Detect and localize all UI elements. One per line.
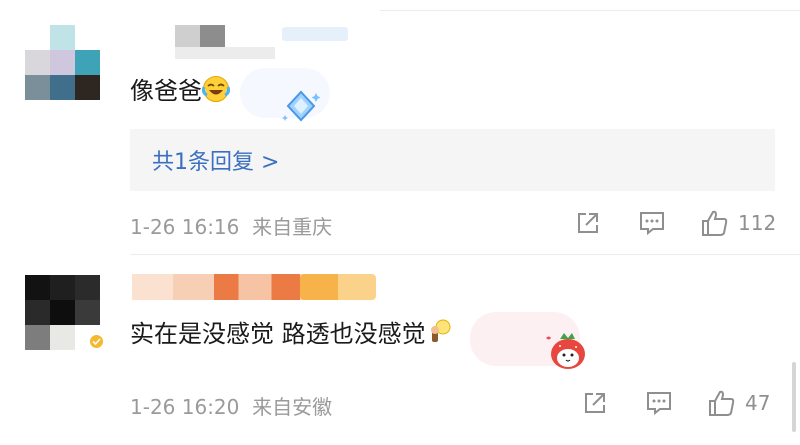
reply-thread-link[interactable]: 共1条回复 > <box>130 129 775 191</box>
laugh-cry-emoji-icon <box>202 76 230 102</box>
comment-date: 1-26 16:20 <box>130 395 240 419</box>
comment-button[interactable] <box>645 390 673 416</box>
comment-divider <box>130 254 800 255</box>
share-button[interactable] <box>575 210 601 236</box>
top-divider <box>380 10 800 11</box>
user-badge-blurred <box>282 27 348 41</box>
like-count: 47 <box>745 391 771 415</box>
share-icon <box>585 393 605 413</box>
user-badge-blurred <box>300 274 376 300</box>
like-count: 112 <box>738 211 777 235</box>
username-extra-blurred <box>175 47 275 59</box>
verified-badge-icon <box>88 333 105 350</box>
like-button[interactable]: 47 <box>707 388 770 418</box>
comment-meta: 1-26 16:20 来自安徽 <box>130 391 332 420</box>
comment-icon <box>647 392 671 416</box>
avatar[interactable] <box>25 25 100 100</box>
comment-meta: 1-26 16:16 来自重庆 <box>130 211 332 240</box>
comment-location: 来自重庆 <box>252 215 333 239</box>
comment-location: 来自安徽 <box>252 395 333 419</box>
comment-icon <box>640 212 664 236</box>
thumbs-up-icon <box>702 210 728 236</box>
share-button[interactable] <box>582 390 608 416</box>
comment-text: 像爸爸 <box>130 75 230 106</box>
comment-text: 实在是没感觉 路透也没感觉 <box>130 318 454 349</box>
comment-button[interactable] <box>638 210 666 236</box>
lightbulb-emoji-icon <box>430 319 451 342</box>
username-blurred[interactable] <box>175 25 225 47</box>
comment-date: 1-26 16:16 <box>130 215 240 239</box>
thumbs-up-icon <box>709 390 735 416</box>
diamond-badge-icon <box>282 90 321 122</box>
like-button[interactable]: 112 <box>700 208 776 238</box>
strawberry-mascot-icon <box>546 333 585 369</box>
reply-count-label[interactable]: 共1条回复 > <box>152 144 279 176</box>
share-icon <box>578 213 598 233</box>
scrollbar[interactable] <box>792 362 796 432</box>
